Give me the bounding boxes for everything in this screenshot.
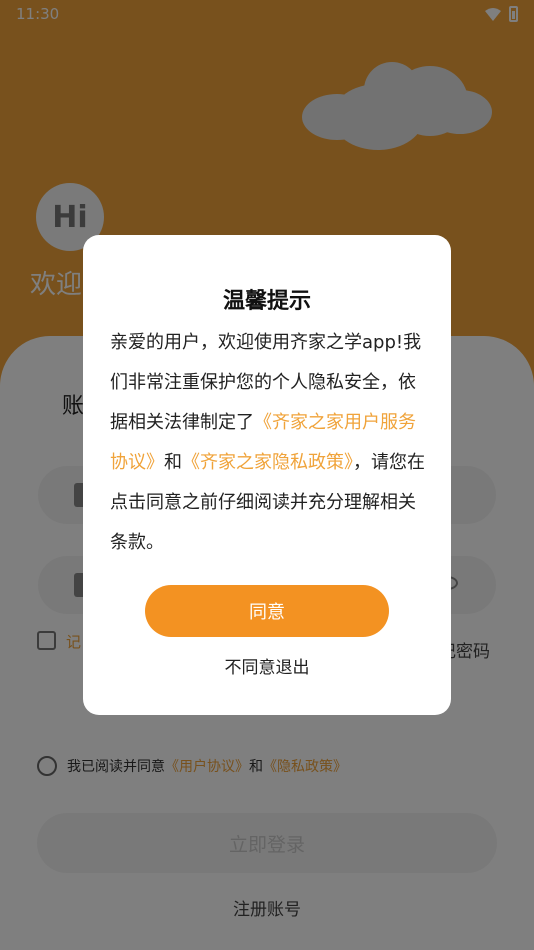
dialog-title: 温馨提示 <box>222 289 311 314</box>
privacy-policy-dialog-link[interactable]: 《齐家之家隐私政策》 <box>182 452 353 473</box>
dialog-body-and: 和 <box>164 452 182 473</box>
login-screen: 11:30 Hi 欢迎 账 记 忘记密码 <box>0 0 534 950</box>
privacy-dialog: 温馨提示 亲爱的用户，欢迎使用齐家之学app!我们非常注重保护您的个人隐私安全，… <box>83 235 451 715</box>
agree-button[interactable]: 同意 <box>145 585 389 637</box>
decline-exit-button[interactable]: 不同意退出 <box>83 653 451 678</box>
dialog-body: 亲爱的用户，欢迎使用齐家之学app!我们非常注重保护您的个人隐私安全，依据相关法… <box>110 323 428 563</box>
